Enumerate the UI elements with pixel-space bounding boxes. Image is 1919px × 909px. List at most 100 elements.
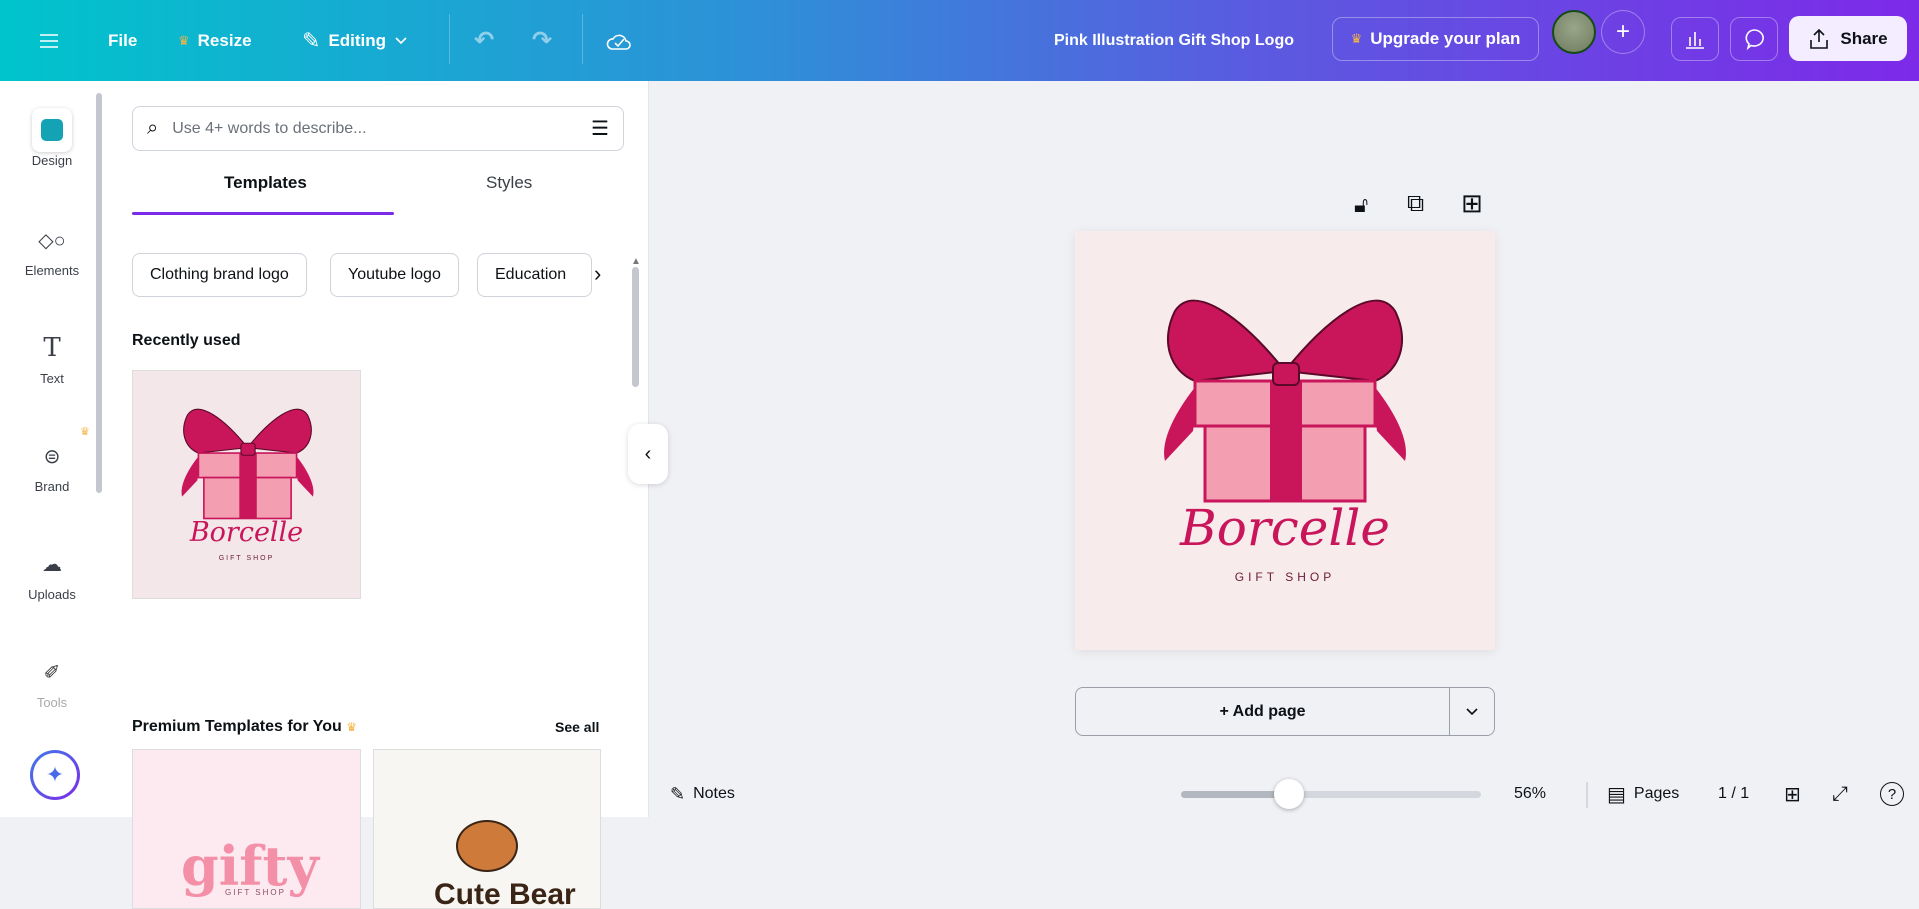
resize-button[interactable]: ♛ Resize xyxy=(178,0,252,81)
rail-item-brand[interactable]: ⊜ ♛ Brand xyxy=(0,426,104,494)
brand-icon: ⊜ xyxy=(43,445,61,468)
bear-text: Cute Bear xyxy=(434,878,576,909)
help-button[interactable]: ? xyxy=(1880,776,1904,812)
notes-label: Notes xyxy=(693,785,735,802)
see-all-link[interactable]: See all xyxy=(555,719,599,735)
template-thumbnail-bear[interactable]: Cute Bear xyxy=(373,749,601,909)
zoom-slider-fill xyxy=(1181,791,1289,798)
undo-icon: ↶ xyxy=(474,27,495,54)
chip[interactable]: Clothing brand logo xyxy=(132,253,307,297)
magic-search-icon: ⌕ xyxy=(147,117,159,139)
tab-templates[interactable]: Templates xyxy=(224,173,307,193)
collapse-panel-button[interactable]: ‹ xyxy=(628,424,668,484)
gift-illustration xyxy=(1162,299,1408,503)
insights-button[interactable] xyxy=(1671,17,1719,61)
chevron-right-icon[interactable]: › xyxy=(594,261,601,287)
menu-button[interactable] xyxy=(38,0,60,81)
template-search-input[interactable]: ⌕ Use 4+ words to describe... ☰ xyxy=(132,106,624,151)
rail-label: Tools xyxy=(36,695,68,710)
bar-chart-icon xyxy=(1686,32,1704,49)
divider xyxy=(449,14,450,64)
zoom-slider-handle[interactable] xyxy=(1274,779,1304,809)
pages-label: Pages xyxy=(1633,785,1680,802)
rail-item-uploads[interactable]: ☁ Uploads xyxy=(0,547,104,603)
shapes-icon: ◇○ xyxy=(38,229,66,252)
notes-button[interactable]: ✎ Notes xyxy=(670,776,735,812)
upload-icon xyxy=(1810,28,1829,49)
add-page-dropdown[interactable] xyxy=(1449,687,1495,736)
top-bar: File ♛ Resize ✎ Editing ↶ ↷ Pink Illustrat… xyxy=(0,0,1919,81)
fullscreen-icon[interactable]: ⤢ xyxy=(1832,776,1848,812)
recent-template-thumbnail[interactable]: Borcelle GIFT SHOP xyxy=(132,370,361,599)
rail-item-design[interactable]: Design xyxy=(0,113,104,168)
rail-label: Elements xyxy=(24,263,80,278)
editing-mode-button[interactable]: ✎ Editing xyxy=(302,0,408,81)
pencil-icon: ✎ xyxy=(302,27,321,53)
rail-item-text[interactable]: T Text xyxy=(0,331,104,386)
undo-button[interactable]: ↶ xyxy=(474,0,494,81)
bear-icon xyxy=(456,820,518,872)
filter-icon[interactable]: ☰ xyxy=(591,116,609,141)
thumbnail-brand-name: Borcelle xyxy=(189,517,304,548)
search-placeholder: Use 4+ words to describe... xyxy=(172,119,367,137)
redo-button[interactable]: ↷ xyxy=(532,0,552,81)
file-menu[interactable]: File xyxy=(108,0,137,81)
lock-icon[interactable]: 🔓︎ xyxy=(1354,192,1368,218)
comment-icon xyxy=(1745,29,1764,50)
rail-label: Brand xyxy=(34,479,70,494)
cloud-upload-icon: ☁ xyxy=(42,553,62,576)
crown-icon: ♛ xyxy=(178,32,190,48)
crown-icon: ♛ xyxy=(346,720,358,734)
tab-indicator xyxy=(132,212,394,215)
upgrade-button[interactable]: ♛ Upgrade your plan xyxy=(1332,17,1539,61)
plus-icon: + xyxy=(1615,18,1630,45)
premium-heading: Premium Templates for You ♛ xyxy=(132,718,358,735)
design-canvas[interactable]: Borcelle GIFT SHOP xyxy=(1075,231,1495,650)
text-icon: T xyxy=(43,333,61,363)
magic-button[interactable]: ✦ xyxy=(30,750,80,800)
chevron-down-icon xyxy=(395,36,407,44)
crown-icon: ♛ xyxy=(1350,31,1363,46)
pages-button[interactable]: ▤ Pages xyxy=(1607,776,1679,812)
tab-styles[interactable]: Styles xyxy=(486,173,532,193)
save-status-button[interactable] xyxy=(606,0,632,81)
add-page-icon[interactable]: ⊞ xyxy=(1461,188,1483,219)
cloud-check-icon xyxy=(606,34,631,50)
zoom-percent[interactable]: 56% xyxy=(1514,776,1546,812)
gift-illustration xyxy=(180,408,315,520)
chip[interactable]: Education xyxy=(477,253,592,297)
design-title[interactable]: Pink Illustration Gift Shop Logo xyxy=(1054,0,1294,81)
pages-icon: ▤ xyxy=(1607,783,1626,806)
add-page-button[interactable]: + Add page xyxy=(1075,687,1450,736)
divider xyxy=(582,14,583,64)
share-button[interactable]: Share xyxy=(1789,16,1907,61)
chevron-down-icon xyxy=(1466,707,1478,715)
sparkle-icon: ✦ xyxy=(33,753,77,797)
rail-item-elements[interactable]: ◇○ Elements xyxy=(0,223,104,279)
rail-label: Design xyxy=(31,153,73,168)
page-counter: 1 / 1 xyxy=(1718,785,1750,802)
share-label: Share xyxy=(1840,28,1888,48)
zoom-slider[interactable] xyxy=(1181,779,1481,809)
grid-view-icon[interactable]: ⊞ xyxy=(1784,776,1801,812)
thumbnail-brand-sub: GIFT SHOP xyxy=(218,555,275,562)
template-thumbnail-gifty[interactable]: gifty GIFT SHOP xyxy=(132,749,361,909)
rail-label: Uploads xyxy=(28,587,76,602)
menu-icon xyxy=(40,33,58,48)
avatar[interactable] xyxy=(1552,10,1596,54)
add-collaborator-button[interactable]: + xyxy=(1601,10,1645,54)
duplicate-page-icon[interactable]: ⧉ xyxy=(1407,190,1424,218)
rail-label: Text xyxy=(40,371,64,386)
help-icon: ? xyxy=(1880,782,1904,806)
brand-sub[interactable]: GIFT SHOP xyxy=(1075,570,1495,584)
brand-name[interactable]: Borcelle xyxy=(1075,499,1495,557)
chip[interactable]: Youtube logo xyxy=(330,253,459,297)
gifty-sub: GIFT SHOP xyxy=(225,888,286,897)
comments-button[interactable] xyxy=(1730,17,1778,61)
resize-label: Resize xyxy=(197,30,252,50)
crown-icon: ♛ xyxy=(80,426,90,438)
redo-icon: ↷ xyxy=(532,27,553,54)
rail-item-tools[interactable]: ✐ Tools xyxy=(0,655,104,711)
divider xyxy=(1586,782,1588,808)
rail-scrollbar[interactable] xyxy=(96,93,102,493)
